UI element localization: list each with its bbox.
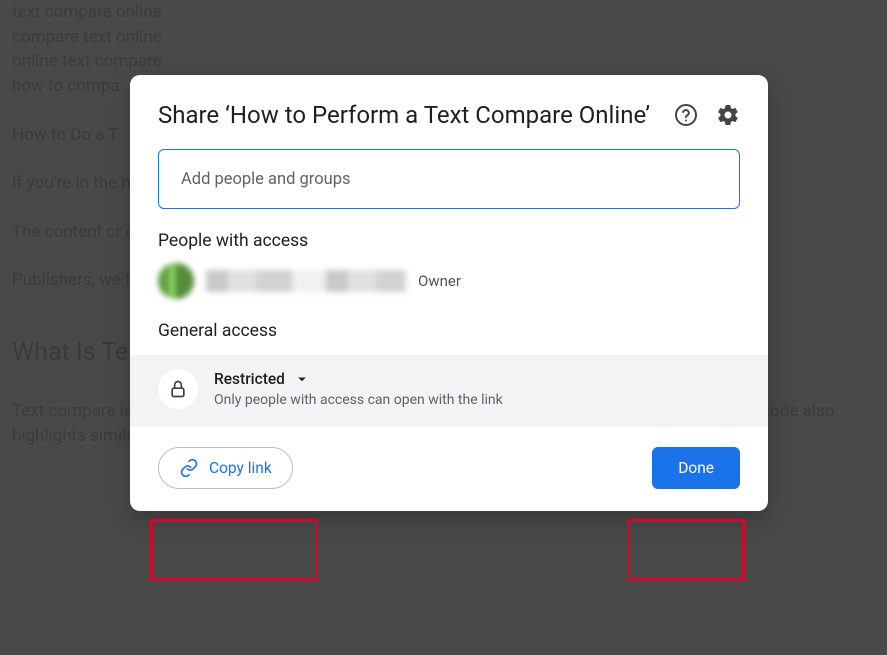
people-access-heading: People with access — [130, 231, 768, 251]
access-level-dropdown[interactable]: Restricted — [214, 370, 503, 388]
general-access-heading: General access — [130, 321, 768, 341]
done-button[interactable]: Done — [652, 447, 740, 489]
access-level-subtext: Only people with access can open with th… — [214, 392, 503, 408]
share-dialog: Share ‘How to Perform a Text Compare Onl… — [130, 75, 768, 511]
gear-icon[interactable] — [716, 103, 740, 127]
lock-icon — [158, 369, 198, 409]
owner-name-redacted — [206, 270, 406, 292]
copy-link-button[interactable]: Copy link — [158, 447, 293, 489]
annotation-box — [150, 519, 318, 581]
owner-role-label: Owner — [418, 272, 467, 290]
annotation-box — [627, 519, 745, 581]
dialog-title: Share ‘How to Perform a Text Compare Onl… — [158, 99, 674, 131]
chevron-down-icon — [293, 370, 311, 388]
copy-link-label: Copy link — [209, 459, 272, 477]
avatar — [158, 263, 194, 299]
help-icon[interactable] — [674, 103, 698, 127]
access-level-label: Restricted — [214, 370, 285, 388]
owner-row: Owner — [130, 263, 768, 299]
add-people-container[interactable] — [158, 149, 740, 209]
add-people-input[interactable] — [181, 170, 717, 189]
link-icon — [179, 458, 199, 478]
general-access-row: Restricted Only people with access can o… — [130, 355, 768, 427]
